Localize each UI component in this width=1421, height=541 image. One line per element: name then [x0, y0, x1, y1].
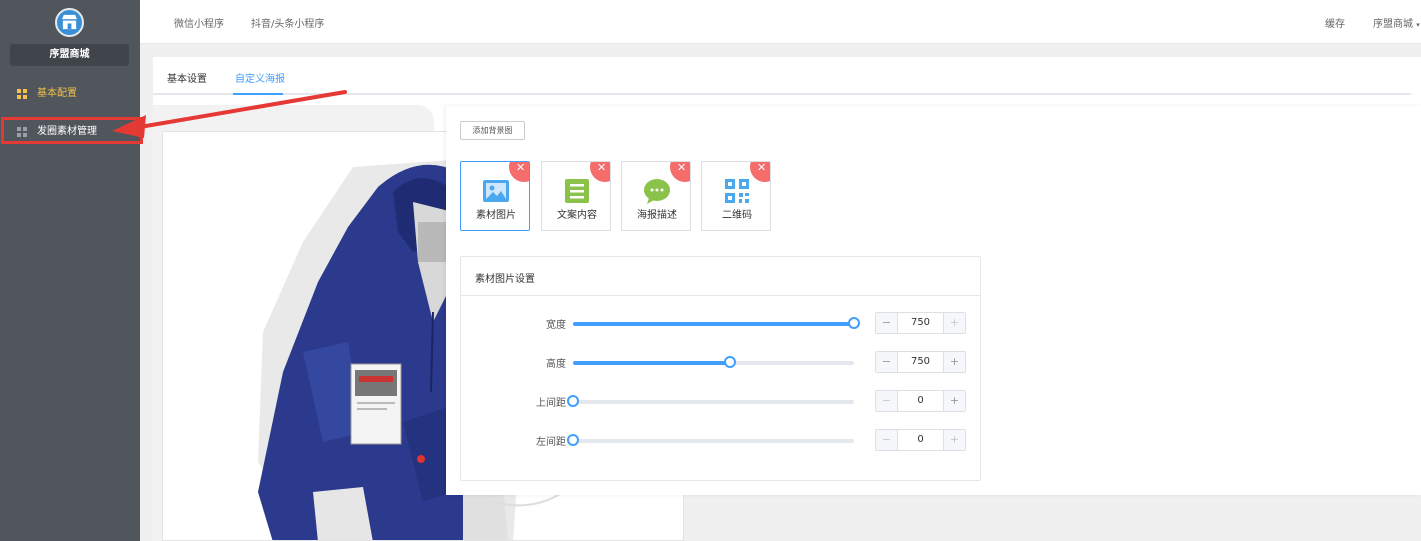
sidebar: 序盟商城 基本配置 发圈素材管理: [0, 0, 140, 541]
remove-tool-button[interactable]: ✕: [590, 161, 610, 182]
increment-button[interactable]: +: [943, 391, 965, 411]
account-name: 序盟商城: [1373, 19, 1413, 30]
slider-fill: [573, 361, 731, 365]
qrcode-icon: [725, 179, 749, 203]
settings-title: 素材图片设置: [475, 274, 535, 285]
decrement-button[interactable]: −: [876, 391, 898, 411]
tool-copy-text[interactable]: 文案内容 ✕: [541, 161, 611, 231]
close-icon: ✕: [677, 161, 687, 174]
width-input[interactable]: 750: [898, 313, 943, 333]
active-tab-indicator: [233, 93, 283, 95]
width-slider[interactable]: [573, 317, 860, 329]
width-stepper: − 750 +: [875, 312, 966, 334]
cache-button[interactable]: 缓存: [1325, 15, 1345, 30]
canvas-backdrop: [684, 494, 1421, 541]
setting-label: 宽度: [546, 320, 566, 331]
annotation-highlight-box: [1, 117, 143, 144]
settings-header: 素材图片设置: [461, 257, 980, 296]
left-margin-stepper: − 0 +: [875, 429, 966, 451]
setting-row-width: 宽度 − 750 +: [461, 311, 980, 335]
tool-label: 海报描述: [637, 210, 677, 221]
sidebar-item-basic-config[interactable]: 基本配置: [0, 80, 140, 108]
image-icon: [483, 180, 509, 202]
top-bar: 微信小程序 抖音/头条小程序 缓存 序盟商城 ▾: [140, 0, 1421, 44]
tool-qrcode[interactable]: 二维码 ✕: [701, 161, 771, 231]
tab-basic-settings[interactable]: 基本设置: [167, 70, 207, 85]
setting-label: 左间距: [536, 437, 566, 448]
decrement-button[interactable]: −: [876, 352, 898, 372]
tab-douyin-miniprogram[interactable]: 抖音/头条小程序: [251, 15, 324, 30]
shop-logo: [55, 8, 84, 37]
decrement-button[interactable]: −: [876, 313, 898, 333]
slider-handle[interactable]: [567, 434, 579, 446]
increment-button[interactable]: +: [943, 313, 965, 333]
top-margin-slider[interactable]: [567, 395, 854, 407]
close-icon: ✕: [597, 161, 607, 174]
page-tabs: 基本设置 自定义海报: [153, 57, 1411, 95]
chat-bubble-icon: [644, 179, 670, 204]
top-margin-stepper: − 0 +: [875, 390, 966, 412]
material-image-settings: 素材图片设置 宽度 − 750 + 高度 − 750 + 上间距 − 0 + 左…: [460, 256, 981, 481]
tool-label: 素材图片: [476, 210, 516, 221]
slider-handle[interactable]: [724, 356, 737, 368]
setting-row-top-margin: 上间距 − 0 +: [461, 389, 980, 413]
setting-row-height: 高度 − 750 +: [461, 350, 980, 374]
left-margin-input[interactable]: 0: [898, 430, 943, 450]
store-icon: [61, 14, 78, 30]
setting-row-left-margin: 左间距 − 0 +: [461, 428, 980, 452]
close-icon: ✕: [516, 161, 526, 174]
close-icon: ✕: [757, 161, 767, 174]
remove-tool-button[interactable]: ✕: [670, 161, 690, 182]
tool-label: 二维码: [722, 210, 752, 221]
top-margin-input[interactable]: 0: [898, 391, 943, 411]
tool-poster-description[interactable]: 海报描述 ✕: [621, 161, 691, 231]
add-background-button[interactable]: 添加背景图: [460, 121, 525, 140]
decrement-button[interactable]: −: [876, 430, 898, 450]
setting-label: 高度: [546, 359, 566, 370]
left-margin-slider[interactable]: [567, 434, 854, 446]
tab-wechat-miniprogram[interactable]: 微信小程序: [174, 15, 224, 30]
account-menu[interactable]: 序盟商城 ▾: [1373, 15, 1420, 30]
sidebar-item-label: 基本配置: [37, 88, 77, 99]
poster-editor-panel: 添加背景图 素材图片 ✕ 文案内容 ✕ 海报描述 ✕ 二维码 ✕ 素材图片设置 …: [446, 106, 1421, 495]
slider-handle[interactable]: [567, 395, 579, 407]
increment-button[interactable]: +: [943, 352, 965, 372]
remove-tool-button[interactable]: ✕: [750, 161, 770, 182]
increment-button[interactable]: +: [943, 430, 965, 450]
slider-fill: [573, 322, 854, 326]
tool-material-image[interactable]: 素材图片 ✕: [460, 161, 530, 231]
grid-icon: [17, 89, 27, 99]
setting-label: 上间距: [536, 398, 566, 409]
tool-label: 文案内容: [557, 210, 597, 221]
shop-name: 序盟商城: [10, 44, 129, 66]
height-input[interactable]: 750: [898, 352, 943, 372]
chevron-down-icon: ▾: [1416, 21, 1420, 29]
height-stepper: − 750 +: [875, 351, 966, 373]
tab-custom-poster[interactable]: 自定义海报: [235, 70, 285, 85]
document-icon: [565, 179, 589, 203]
slider-handle[interactable]: [848, 317, 860, 329]
height-slider[interactable]: [573, 356, 854, 368]
remove-tool-button[interactable]: ✕: [509, 161, 529, 182]
